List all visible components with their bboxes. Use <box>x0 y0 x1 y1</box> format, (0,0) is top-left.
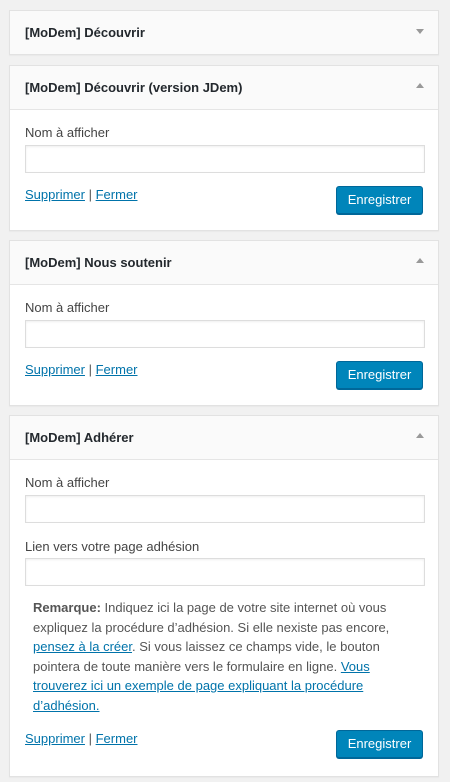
arrow-up-icon[interactable] <box>416 433 424 438</box>
widget-header[interactable]: [MoDem] Nous soutenir <box>10 241 438 285</box>
widget-header[interactable]: [MoDem] Adhérer <box>10 416 438 460</box>
widget-adherer: [MoDem] Adhérer Nom à afficher Lien vers… <box>9 415 439 777</box>
widget-control-actions: Supprimer | Fermer <box>25 187 138 202</box>
save-button[interactable]: Enregistrer <box>336 730 423 758</box>
close-link[interactable]: Fermer <box>96 187 138 202</box>
remark-label: Remarque: <box>33 600 101 615</box>
membership-page-input[interactable] <box>25 558 425 586</box>
display-name-input[interactable] <box>25 495 425 523</box>
delete-link[interactable]: Supprimer <box>25 731 85 746</box>
widget-title: [MoDem] Nous soutenir <box>25 255 172 270</box>
widget-nous-soutenir: [MoDem] Nous soutenir Nom à afficher Sup… <box>9 240 439 406</box>
widget-decouvrir: [MoDem] Découvrir <box>9 10 439 55</box>
save-button[interactable]: Enregistrer <box>336 186 423 214</box>
widget-title: [MoDem] Découvrir (version JDem) <box>25 80 243 95</box>
field-label: Nom à afficher <box>25 125 110 140</box>
widget-decouvrir-jdem: [MoDem] Découvrir (version JDem) Nom à a… <box>9 65 439 231</box>
create-page-link[interactable]: pensez à la créer <box>33 639 132 654</box>
delete-link[interactable]: Supprimer <box>25 187 85 202</box>
save-button[interactable]: Enregistrer <box>336 361 423 389</box>
close-link[interactable]: Fermer <box>96 731 138 746</box>
display-name-input[interactable] <box>25 320 425 348</box>
arrow-down-icon[interactable] <box>416 29 424 34</box>
widget-header[interactable]: [MoDem] Découvrir (version JDem) <box>10 66 438 110</box>
separator: | <box>88 731 92 746</box>
field2-label: Lien vers votre page adhésion <box>25 539 200 554</box>
arrow-up-icon[interactable] <box>416 83 424 88</box>
display-name-input[interactable] <box>25 145 425 173</box>
separator: | <box>88 187 92 202</box>
field-label: Nom à afficher <box>25 475 110 490</box>
delete-link[interactable]: Supprimer <box>25 362 85 377</box>
field-label: Nom à afficher <box>25 300 110 315</box>
widget-header[interactable]: [MoDem] Découvrir <box>10 11 438 54</box>
widget-title: [MoDem] Découvrir <box>25 25 145 40</box>
widget-control-actions: Supprimer | Fermer <box>25 731 138 746</box>
arrow-up-icon[interactable] <box>416 258 424 263</box>
close-link[interactable]: Fermer <box>96 362 138 377</box>
separator: | <box>88 362 92 377</box>
remark-text: Remarque: Indiquez ici la page de votre … <box>33 598 403 715</box>
widget-control-actions: Supprimer | Fermer <box>25 362 138 377</box>
widget-title: [MoDem] Adhérer <box>25 430 134 445</box>
